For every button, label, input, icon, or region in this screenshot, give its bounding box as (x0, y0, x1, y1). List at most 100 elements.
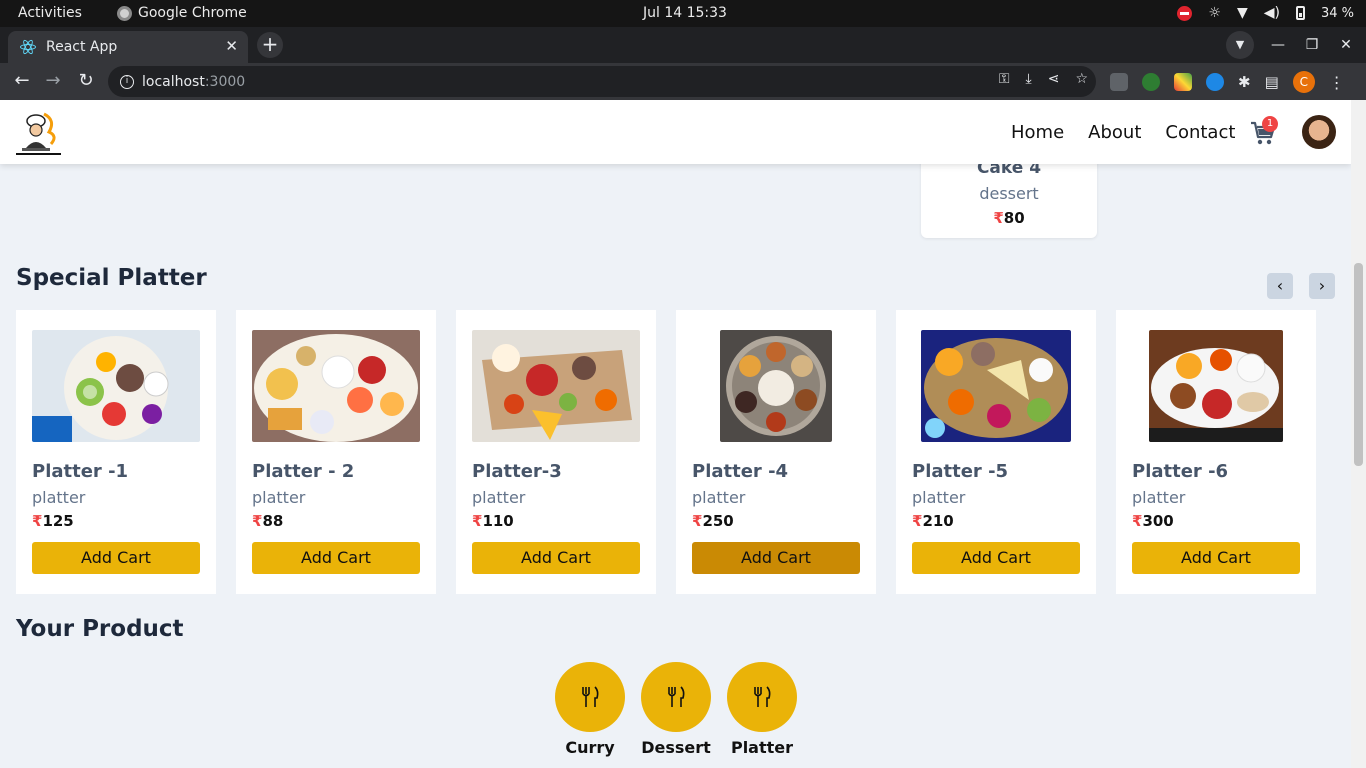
clock[interactable]: Jul 14 15:33 (643, 5, 727, 21)
color-extension-icon[interactable] (1174, 73, 1192, 91)
add-cart-button[interactable]: Add Cart (692, 542, 860, 574)
share-icon[interactable]: ⋖ (1048, 71, 1060, 87)
nav-about-link[interactable]: About (1088, 122, 1141, 143)
carousel-next-button[interactable]: › (1309, 273, 1335, 299)
cutlery-icon (582, 686, 599, 707)
rupee-symbol: ₹ (472, 512, 483, 530)
site-info-icon[interactable]: i (120, 74, 134, 89)
price-value: 80 (1003, 209, 1025, 227)
back-icon[interactable]: ← (11, 70, 33, 91)
cart-count-badge: 1 (1262, 116, 1278, 132)
reload-icon[interactable]: ↻ (75, 70, 97, 91)
product-price: ₹300 (1132, 512, 1174, 530)
add-cart-button[interactable]: Add Cart (472, 542, 640, 574)
scrollbar-thumb[interactable] (1354, 263, 1363, 466)
category-label: Dessert (641, 738, 711, 757)
blue-extension-icon[interactable] (1206, 73, 1224, 91)
product-category: platter (472, 488, 526, 507)
battery-level: 34 % (1320, 5, 1354, 21)
price-value: 88 (262, 512, 284, 530)
tab-strip: React App ✕ + ▼ — ❐ ✕ (0, 27, 1366, 63)
platter-2-image (252, 330, 420, 442)
app-menu[interactable]: Google Chrome (117, 5, 247, 21)
camera-extension-icon[interactable] (1110, 73, 1128, 91)
rupee-symbol: ₹ (692, 512, 703, 530)
platter-3-image (472, 330, 640, 442)
rupee-symbol: ₹ (993, 209, 1004, 227)
address-bar[interactable]: i localhost:3000 ⚿ ⤓ ⋖ ☆ (108, 66, 1096, 97)
chrome-menu-icon[interactable]: ⋮ (1329, 73, 1345, 92)
nav-contact-link[interactable]: Contact (1165, 122, 1235, 143)
tab-title: React App (46, 39, 118, 55)
forward-icon[interactable]: → (42, 70, 64, 91)
close-window-icon[interactable]: ✕ (1336, 37, 1356, 53)
category-platter[interactable]: Platter (727, 662, 797, 757)
platter-card: Platter -6 platter ₹300 Add Cart (1116, 310, 1316, 594)
price-value: 110 (482, 512, 514, 530)
platter-card: Platter - 2 platter ₹88 Add Cart (236, 310, 436, 594)
bookmark-star-icon[interactable]: ☆ (1075, 71, 1088, 87)
url-host: localhost (142, 73, 205, 90)
rupee-symbol: ₹ (1132, 512, 1143, 530)
rupee-symbol: ₹ (252, 512, 263, 530)
product-category: dessert (979, 184, 1039, 203)
product-category: platter (692, 488, 746, 507)
tab-search-icon[interactable]: ▼ (1226, 31, 1254, 59)
new-tab-button[interactable]: + (257, 32, 283, 58)
category-dessert[interactable]: Dessert (641, 662, 711, 757)
category-filters: Curry Dessert Platter (555, 662, 797, 757)
carousel-prev-button[interactable]: ‹ (1267, 273, 1293, 299)
user-avatar[interactable] (1302, 115, 1336, 149)
product-price: ₹88 (252, 512, 283, 530)
restore-icon[interactable]: ❐ (1302, 37, 1322, 53)
category-curry[interactable]: Curry (555, 662, 625, 757)
add-cart-button[interactable]: Add Cart (32, 542, 200, 574)
profile-avatar[interactable]: C (1292, 71, 1315, 93)
product-category: platter (252, 488, 306, 507)
site-header: Home About Contact 1 (0, 100, 1351, 164)
tab-close-icon[interactable]: ✕ (225, 37, 238, 55)
platter-card: Platter -1 platter ₹125 Add Cart (16, 310, 216, 594)
extensions-area: ✱ ▤ C ⋮ (1110, 71, 1345, 93)
chrome-icon (117, 5, 132, 21)
minimize-icon[interactable]: — (1268, 37, 1288, 53)
rupee-symbol: ₹ (912, 512, 923, 530)
platter-card: Platter -4 platter ₹250 Add Cart (676, 310, 876, 594)
add-cart-button[interactable]: Add Cart (912, 542, 1080, 574)
main-nav: Home About Contact (1011, 122, 1235, 143)
app-name: Google Chrome (138, 5, 247, 21)
activities-button[interactable]: Activities (18, 5, 82, 21)
nav-home-link[interactable]: Home (1011, 122, 1064, 143)
wifi-icon: ▼ (1236, 5, 1248, 21)
battery-icon (1295, 6, 1305, 20)
site-logo[interactable] (16, 110, 61, 156)
platter-6-image (1149, 330, 1283, 442)
side-panel-icon[interactable]: ▤ (1265, 73, 1279, 91)
price-value: 250 (702, 512, 734, 530)
page-scrollbar[interactable] (1351, 100, 1366, 768)
do-not-disturb-icon (1177, 5, 1193, 21)
platter-card: Platter-3 platter ₹110 Add Cart (456, 310, 656, 594)
product-price: ₹80 (921, 209, 1097, 227)
platter-carousel: Platter -1 platter ₹125 Add Cart Platter… (16, 310, 1334, 594)
product-price: ₹110 (472, 512, 514, 530)
system-tray[interactable]: ☼ ▼ ◀) 34 % (1177, 5, 1354, 21)
price-value: 125 (42, 512, 74, 530)
add-cart-button[interactable]: Add Cart (1132, 542, 1300, 574)
volume-icon: ◀) (1263, 5, 1280, 21)
brightness-icon: ☼ (1208, 5, 1221, 21)
add-cart-button[interactable]: Add Cart (252, 542, 420, 574)
special-platter-title: Special Platter (16, 265, 207, 291)
green-extension-icon[interactable] (1142, 73, 1160, 91)
install-icon[interactable]: ⤓ (1026, 71, 1032, 87)
key-icon[interactable]: ⚿ (999, 71, 1010, 87)
react-favicon-icon (20, 38, 36, 56)
url-port: :3000 (204, 73, 246, 90)
cutlery-icon (668, 686, 685, 707)
extensions-puzzle-icon[interactable]: ✱ (1238, 73, 1251, 91)
tab-react-app[interactable]: React App ✕ (8, 31, 248, 63)
product-category: platter (32, 488, 86, 507)
product-name: Platter - 2 (252, 461, 355, 482)
system-top-bar: Activities Google Chrome Jul 14 15:33 ☼ … (0, 0, 1366, 27)
product-category: platter (912, 488, 966, 507)
